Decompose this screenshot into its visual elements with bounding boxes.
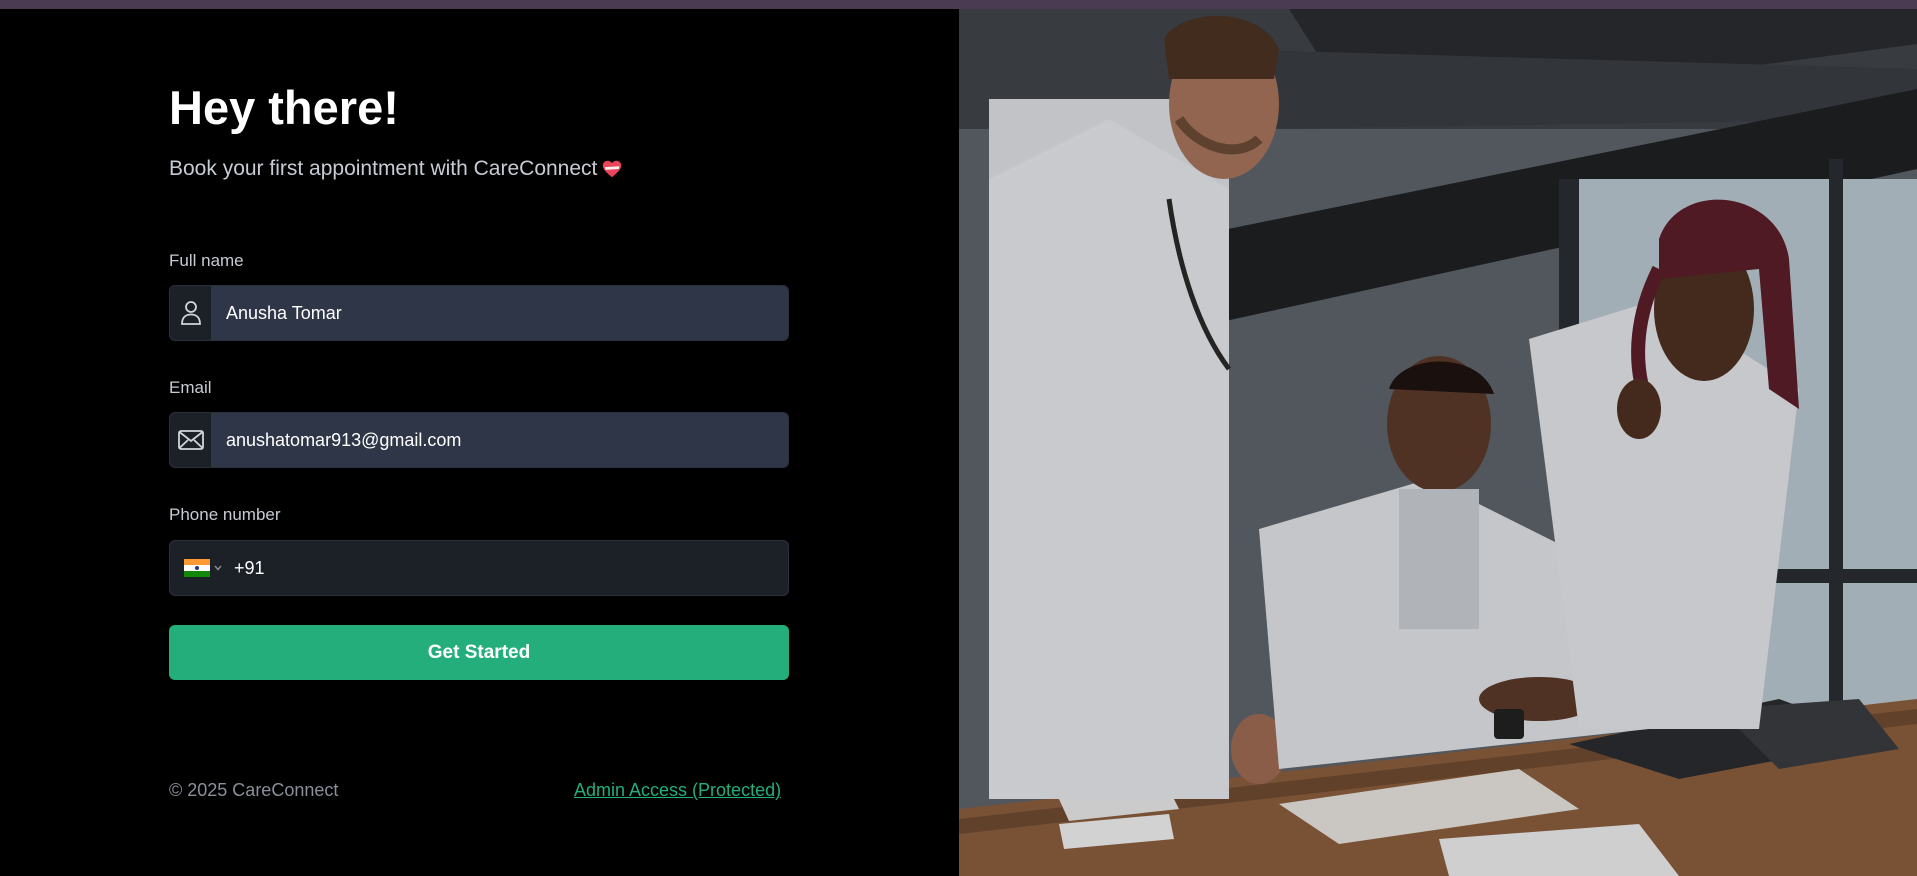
page-subtitle: Book your first appointment with CareCon… xyxy=(169,157,623,181)
country-selector[interactable] xyxy=(184,559,222,577)
india-flag-icon xyxy=(184,559,210,577)
email-field[interactable]: anushatomar913@gmail.com xyxy=(169,412,789,468)
phone-input[interactable]: +91 xyxy=(234,541,265,595)
get-started-button[interactable]: Get Started xyxy=(169,625,789,680)
full-name-field[interactable]: Anusha Tomar xyxy=(169,285,789,341)
chevron-down-icon xyxy=(214,565,222,571)
copyright-text: © 2025 CareConnect xyxy=(169,780,339,800)
heart-icon xyxy=(603,160,622,178)
full-name-label: Full name xyxy=(169,251,244,270)
top-accent-bar xyxy=(0,0,1917,9)
phone-field[interactable]: +91 xyxy=(169,540,789,596)
email-label: Email xyxy=(169,378,212,397)
admin-access-link[interactable]: Admin Access (Protected) xyxy=(574,780,781,801)
phone-label: Phone number xyxy=(169,505,281,524)
mail-icon xyxy=(170,413,211,467)
hero-image xyxy=(959,9,1917,876)
full-name-input[interactable]: Anusha Tomar xyxy=(211,286,788,340)
email-input[interactable]: anushatomar913@gmail.com xyxy=(211,413,788,467)
user-icon xyxy=(170,286,211,340)
subtitle-text: Book your first appointment with CareCon… xyxy=(169,157,598,180)
page-title: Hey there! xyxy=(169,81,399,134)
